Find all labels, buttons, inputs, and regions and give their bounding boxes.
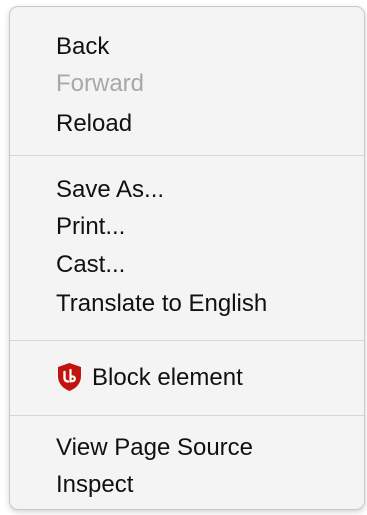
menu-item-view-page-source[interactable]: View Page Source (56, 432, 253, 464)
menu-item-save-as[interactable]: Save As... (56, 174, 164, 206)
menu-separator (10, 155, 364, 156)
menu-item-inspect[interactable]: Inspect (56, 469, 133, 501)
ublock-origin-icon (58, 363, 81, 391)
menu-item-translate[interactable]: Translate to English (56, 288, 267, 320)
menu-item-back[interactable]: Back (56, 31, 109, 63)
menu-item-print[interactable]: Print... (56, 211, 125, 243)
menu-item-cast[interactable]: Cast... (56, 249, 125, 281)
menu-item-block-element[interactable]: Block element (92, 362, 243, 394)
menu-separator (10, 415, 364, 416)
menu-item-forward: Forward (56, 70, 145, 97)
menu-separator (10, 340, 364, 341)
context-menu: Back Forward Reload Save As... Print... … (9, 6, 365, 510)
menu-item-reload[interactable]: Reload (56, 108, 132, 140)
